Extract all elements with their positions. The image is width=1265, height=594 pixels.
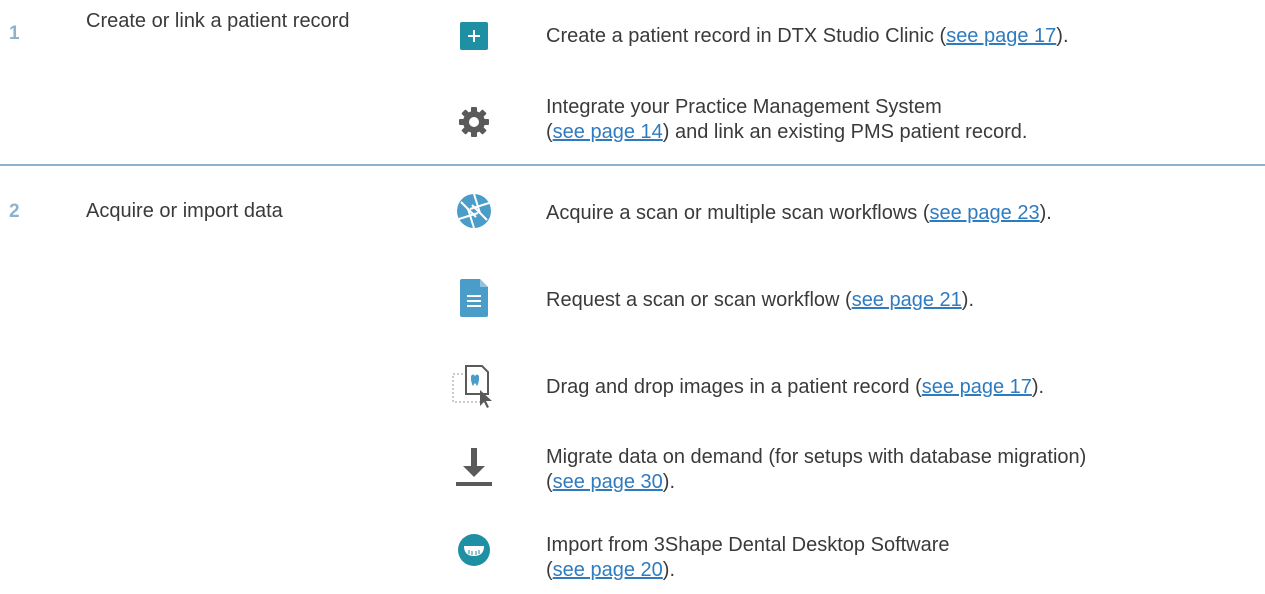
item-import-3shape: Import from 3Shape Dental Desktop Softwa… (546, 534, 950, 581)
page-link[interactable]: see page 17 (946, 25, 1056, 47)
page-link[interactable]: see page 21 (852, 289, 962, 311)
dental-arch-icon (458, 534, 490, 566)
page-link[interactable]: see page 20 (553, 559, 663, 581)
download-icon (456, 448, 492, 488)
document-icon (460, 279, 488, 317)
item-request-scan: Request a scan or scan workflow (see pag… (546, 289, 975, 311)
page-link[interactable]: see page 14 (553, 121, 663, 143)
plus-icon (460, 22, 488, 50)
item-migrate-data: Migrate data on demand (for setups with … (546, 446, 1087, 493)
item-drag-drop: Drag and drop images in a patient record… (546, 376, 1045, 398)
item-acquire-scan: Acquire a scan or multiple scan workflow… (546, 202, 1052, 224)
drag-drop-icon (452, 364, 496, 408)
item-integrate-pms: Integrate your Practice Management Syste… (546, 96, 1028, 143)
page-link[interactable]: see page 30 (553, 471, 663, 493)
step-title-2: Acquire or import data (86, 200, 283, 222)
page-link[interactable]: see page 23 (929, 202, 1039, 224)
step-number-2: 2 (9, 201, 20, 222)
gear-icon (458, 106, 490, 138)
step-number-1: 1 (9, 23, 20, 44)
section-divider (0, 164, 1265, 166)
step-title-1: Create or link a patient record (86, 10, 350, 32)
page-link[interactable]: see page 17 (922, 376, 1032, 398)
aperture-icon (456, 193, 492, 229)
item-create-patient: Create a patient record in DTX Studio Cl… (546, 25, 1069, 47)
